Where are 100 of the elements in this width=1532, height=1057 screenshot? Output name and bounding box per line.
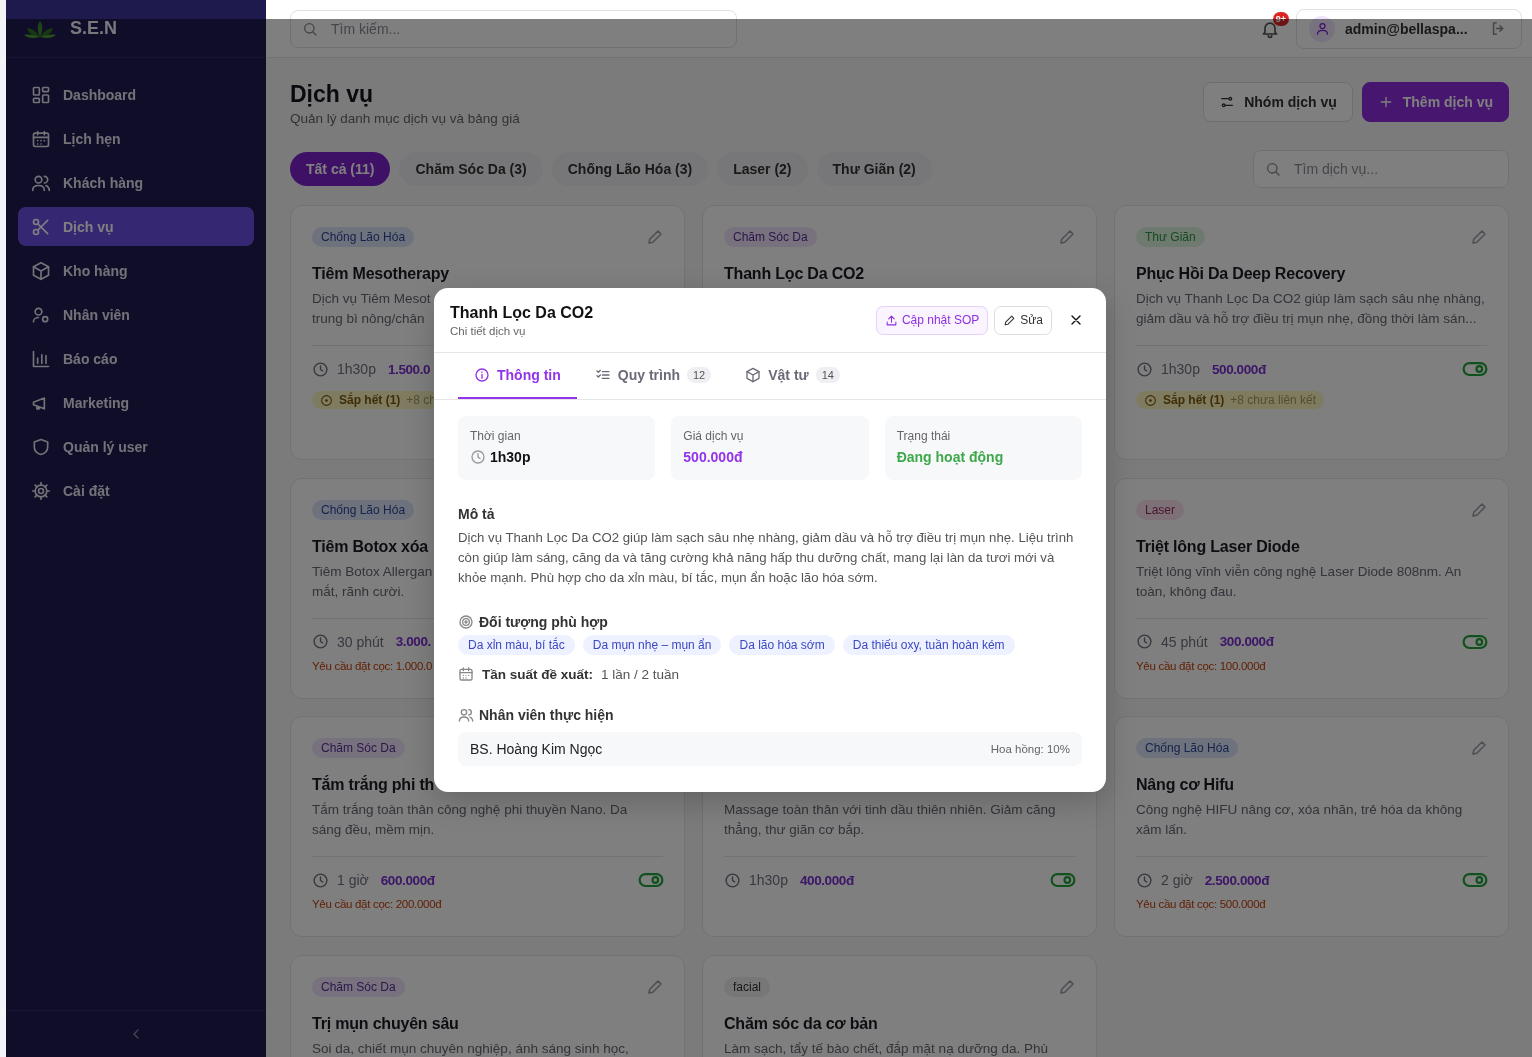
audience-chip: Da lão hóa sớm: [729, 635, 835, 655]
box-icon: [745, 367, 762, 383]
category-tag: Chăm Sóc Da: [724, 227, 817, 247]
stat-label: Thời gian: [470, 429, 522, 443]
dialog-title: Thanh Lọc Da CO2: [450, 303, 594, 322]
duration-text: 45 phút: [1161, 633, 1208, 650]
dialog-tab[interactable]: Vật tư 14: [729, 353, 856, 399]
service-description: Massage toàn thân với tinh dầu thiên nhiên. Giảm căng thẳng, thư giãn cơ bắp.: [724, 801, 1056, 839]
sidebar-item[interactable]: Báo cáo: [18, 339, 254, 378]
shield-icon: [31, 436, 51, 457]
upload-icon: [884, 313, 898, 327]
service-title: Tiêm Mesotherapy: [312, 264, 449, 284]
service-title: Tiêm Botox xóa: [312, 536, 429, 557]
target-icon: [458, 614, 474, 630]
calendar-icon: [31, 128, 51, 149]
service-description: Triệt lông vĩnh viễn công nghệ Laser Diode 808nm. An toàn, không đau.: [1136, 562, 1462, 601]
filter-tab[interactable]: Chống Lão Hóa (3): [551, 152, 709, 186]
service-search-field[interactable]: Tìm dịch vụ...: [1253, 150, 1509, 188]
price-text: 1.500.0: [387, 361, 431, 377]
edit-icon[interactable]: [646, 228, 664, 246]
add-service-button[interactable]: Thêm dịch vụ: [1361, 82, 1509, 122]
edit-icon[interactable]: [1470, 500, 1488, 519]
info-icon: [474, 367, 490, 383]
staff-name: BS. Hoàng Kim Ngọc: [470, 741, 603, 757]
sidebar-item[interactable]: Cài đặt: [18, 471, 254, 510]
category-tag: Chống Lão Hóa: [1136, 738, 1239, 758]
service-description: Tiêm Botox Allergan mắt, rãnh cười.: [312, 562, 433, 601]
sidebar-item[interactable]: Lịch hẹn: [18, 119, 254, 158]
duration-text: 1h30p: [337, 361, 376, 377]
stock-label: Sắp hết (1): [1163, 393, 1225, 407]
sidebar-item[interactable]: Marketing: [18, 383, 254, 422]
service-title: Triệt lông Laser Diode: [1136, 536, 1300, 557]
commission-text: Hoa hồng: 10%: [990, 743, 1070, 755]
clock-icon: [312, 360, 329, 378]
dialog-tab[interactable]: Thông tin: [458, 353, 577, 399]
sidebar-item[interactable]: Quản lý user: [18, 427, 254, 466]
edit-icon[interactable]: [646, 977, 664, 996]
search-field[interactable]: Tìm kiếm...: [290, 9, 737, 48]
filter-tab[interactable]: Chăm Sóc Da (3): [399, 152, 543, 186]
dialog-tab[interactable]: Quy trình 12: [578, 353, 728, 399]
audience-chip: Da xỉn màu, bí tắc: [458, 635, 575, 655]
stat-value: 1h30p: [490, 449, 531, 465]
sidebar-item[interactable]: Kho hàng: [18, 251, 254, 290]
section-heading: Nhân viên thực hiện: [479, 707, 614, 723]
duration-text: 1h30p: [1161, 361, 1200, 377]
filter-tab[interactable]: Thư Giãn (2): [816, 152, 932, 186]
price-text: 3.000.: [395, 634, 431, 649]
category-tag: Chống Lão Hóa: [312, 499, 415, 520]
service-title: Phục Hồi Da Deep Recovery: [1136, 264, 1346, 284]
alert-icon: [1144, 393, 1157, 407]
section-heading: Đối tượng phù hợp: [479, 614, 608, 630]
audience-chip: Da thiếu oxy, tuần hoàn kém: [842, 635, 1015, 655]
edit-icon[interactable]: [1058, 228, 1076, 246]
service-description: Soi da, chiết mụn chuyên nghiệp, ánh sáng sinh học,: [312, 1039, 629, 1057]
duration-text: 1h30p: [749, 872, 788, 888]
stat-label: Trạng thái: [896, 429, 952, 443]
edit-button[interactable]: Sửa: [994, 305, 1052, 335]
update-sop-button[interactable]: Cập nhật SOP: [875, 305, 989, 335]
service-groups-button[interactable]: Nhóm dịch vụ: [1203, 82, 1353, 122]
service-description: Dịch vụ Tiêm Mesot trung bì nông/chân: [312, 290, 431, 328]
search-icon: [1265, 161, 1281, 177]
service-title: Thanh Lọc Da CO2: [724, 264, 864, 284]
sidebar-item[interactable]: Khách hàng: [18, 163, 254, 202]
clock-icon: [1136, 871, 1153, 889]
search-icon: [302, 20, 318, 37]
frequency-value: 1 lần / 2 tuần: [601, 666, 680, 682]
clock-icon: [1136, 360, 1153, 378]
service-description: Tắm trắng toàn thân công nghệ phi thuyền Nano. Da sáng đều, mềm mịn.: [312, 801, 628, 839]
edit-icon[interactable]: [1058, 977, 1076, 996]
duration-text: 2 giờ: [1161, 872, 1193, 888]
sidebar-item[interactable]: Dịch vụ: [18, 207, 254, 246]
count-badge: 12: [687, 367, 712, 383]
alert-icon: [320, 393, 333, 407]
service-title: Chăm sóc da cơ bản: [724, 1013, 878, 1034]
scissors-icon: [31, 216, 51, 237]
page-title: Dịch vụ: [290, 81, 375, 107]
calendar-icon: [458, 666, 474, 682]
price-text: 500.000đ: [1211, 361, 1266, 377]
edit-icon[interactable]: [1470, 228, 1488, 246]
stat-label: Giá dịch vụ: [683, 429, 745, 443]
dialog-subtitle: Chi tiết dịch vụ: [450, 324, 527, 337]
filter-tab[interactable]: Laser (2): [717, 152, 808, 186]
category-tag: Chăm Sóc Da: [312, 976, 405, 997]
service-title: Nâng cơ Hifu: [1136, 775, 1234, 795]
box-icon: [31, 260, 51, 281]
category-tag: Thư Giãn: [1136, 227, 1205, 247]
page-subtitle: Quản lý danh mục dịch vụ và bảng giá: [290, 111, 520, 126]
sidebar-item[interactable]: Nhân viên: [18, 295, 254, 334]
clock-icon: [724, 871, 741, 889]
category-tag: Chăm Sóc Da: [312, 738, 405, 758]
edit-icon[interactable]: [1470, 739, 1488, 757]
service-description: Làm sạch, tẩy tế bào chết, đắp mặt nạ dưỡng da. Phù: [724, 1039, 1049, 1057]
user-icon: [1314, 21, 1330, 36]
dashboard-icon: [31, 84, 51, 105]
deposit-text: Yêu cầu đặt cọc: 500.000đ: [1136, 898, 1266, 910]
user-menu[interactable]: admin@bellaspa...: [1296, 8, 1522, 49]
service-title: Trị mụn chuyên sâu: [312, 1013, 459, 1034]
sidebar-item[interactable]: Dashboard: [18, 75, 254, 114]
filter-tab[interactable]: Tất cả (11): [290, 152, 391, 186]
category-tag: facial: [724, 976, 770, 997]
